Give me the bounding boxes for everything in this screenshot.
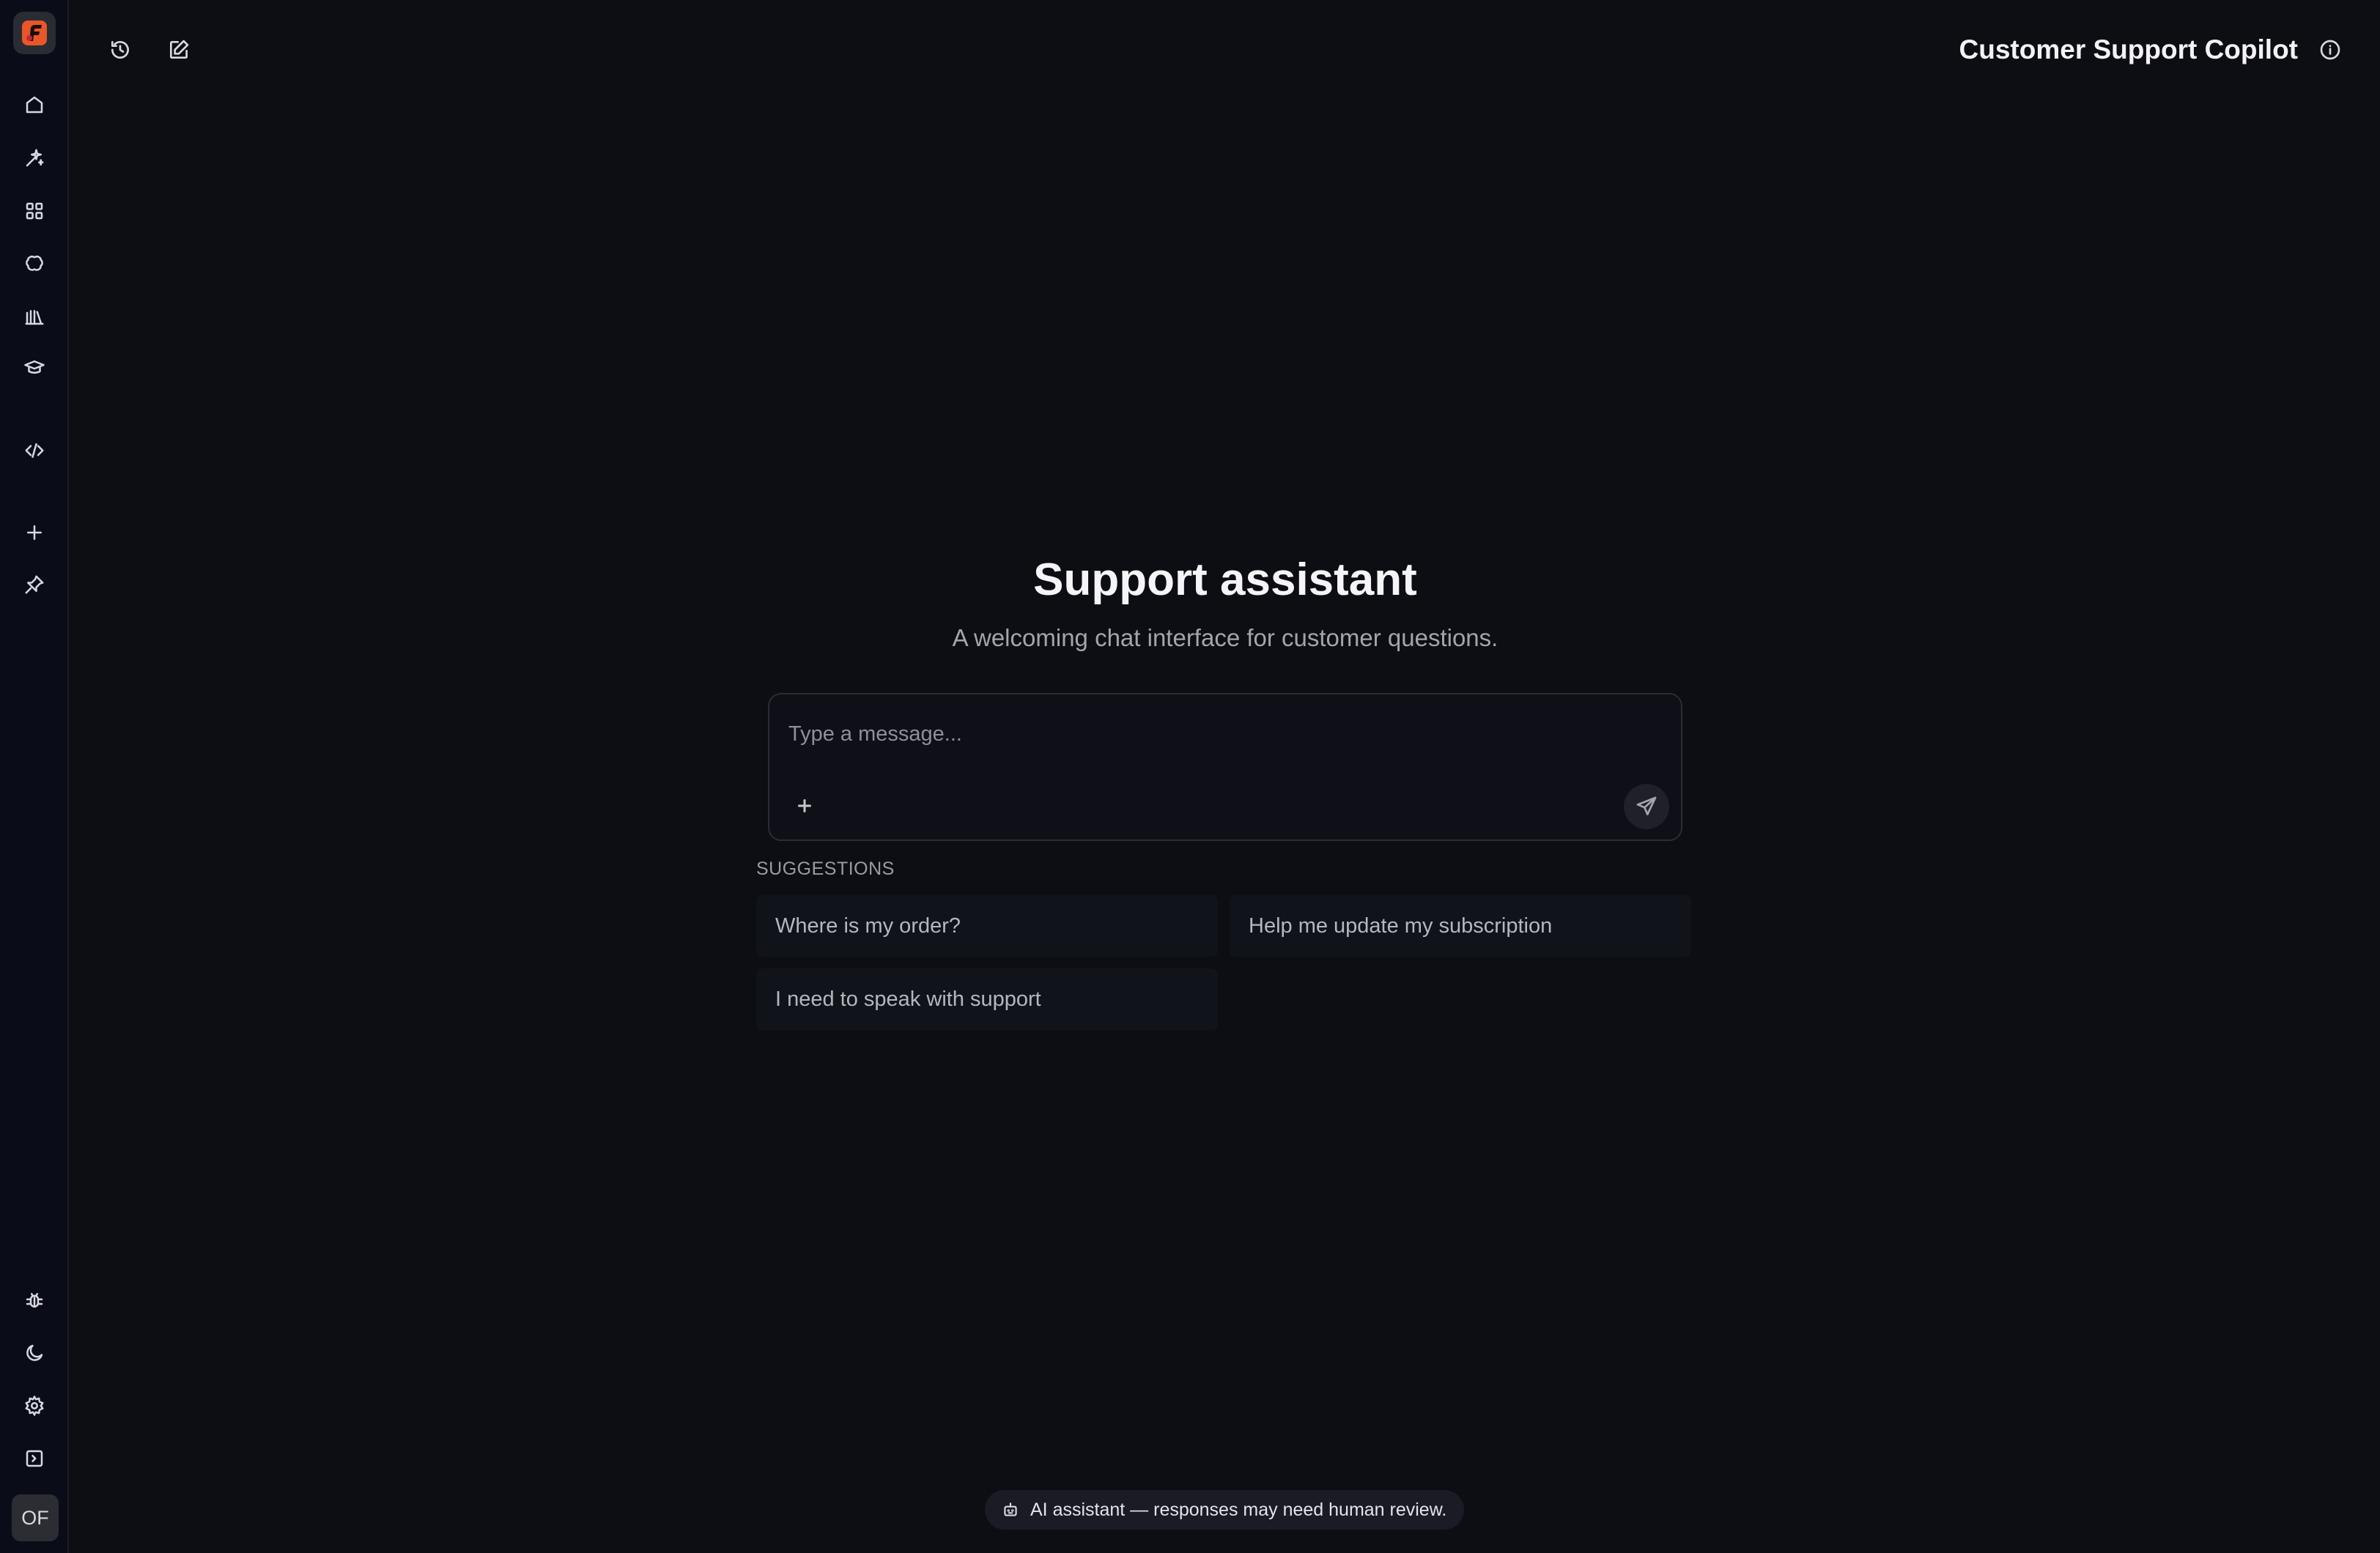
- info-button[interactable]: [2313, 32, 2348, 67]
- nav-models[interactable]: [17, 246, 52, 281]
- moon-icon: [26, 1344, 43, 1361]
- info-icon: [2320, 40, 2340, 60]
- page-subtitle: A welcoming chat interface for customer …: [952, 624, 1498, 651]
- app-logo[interactable]: [13, 12, 56, 54]
- send-icon: [1636, 796, 1657, 815]
- message-input[interactable]: [787, 716, 1652, 752]
- history-button[interactable]: [103, 32, 138, 67]
- nav-new[interactable]: [17, 515, 52, 550]
- attach-button[interactable]: [787, 788, 822, 823]
- nav-report-bug[interactable]: [17, 1283, 52, 1318]
- app-title: Customer Support Copilot: [1959, 34, 2298, 64]
- code-icon: [25, 443, 44, 458]
- avatar[interactable]: OF: [12, 1494, 59, 1541]
- sidebar: OF: [0, 0, 69, 1553]
- brain-icon: [26, 256, 43, 271]
- library-icon: [25, 310, 44, 325]
- nav-assistants[interactable]: [17, 141, 52, 176]
- nav-library[interactable]: [17, 299, 52, 334]
- new-chat-button[interactable]: [161, 32, 196, 67]
- nav-home[interactable]: [17, 87, 52, 122]
- expand-sidebar-button[interactable]: [17, 1441, 52, 1476]
- nav-apps[interactable]: [17, 193, 52, 229]
- home-icon: [26, 96, 43, 114]
- message-composer: [768, 693, 1682, 841]
- suggestion-chip[interactable]: I need to speak with support: [756, 968, 1218, 1030]
- plus-icon: [27, 525, 42, 540]
- theme-toggle[interactable]: [17, 1335, 52, 1371]
- nav-developer[interactable]: [17, 433, 52, 468]
- suggestion-chip[interactable]: Help me update my subscription: [1230, 895, 1691, 957]
- logo-icon: [22, 21, 47, 45]
- send-button[interactable]: [1624, 784, 1669, 829]
- nav-learn[interactable]: [17, 350, 52, 385]
- page-title: Support assistant: [1033, 555, 1417, 605]
- nav-settings[interactable]: [17, 1388, 52, 1423]
- disclaimer-badge: AI assistant — responses may need human …: [985, 1490, 1464, 1530]
- expand-sidebar-icon: [26, 1450, 43, 1467]
- disclaimer-text: AI assistant — responses may need human …: [1030, 1499, 1447, 1520]
- gear-icon: [25, 1396, 44, 1416]
- edit-icon: [170, 40, 189, 59]
- suggestion-chip[interactable]: Where is my order?: [756, 895, 1218, 957]
- history-icon: [111, 41, 129, 59]
- apps-grid-icon: [26, 202, 43, 220]
- bug-icon: [26, 1293, 43, 1308]
- graduation-cap-icon: [24, 360, 45, 374]
- sparkles-icon: [26, 149, 44, 167]
- suggestions-heading: SUGGESTIONS: [756, 859, 895, 879]
- plus-icon: [798, 799, 811, 812]
- robot-icon: [1004, 1502, 1017, 1516]
